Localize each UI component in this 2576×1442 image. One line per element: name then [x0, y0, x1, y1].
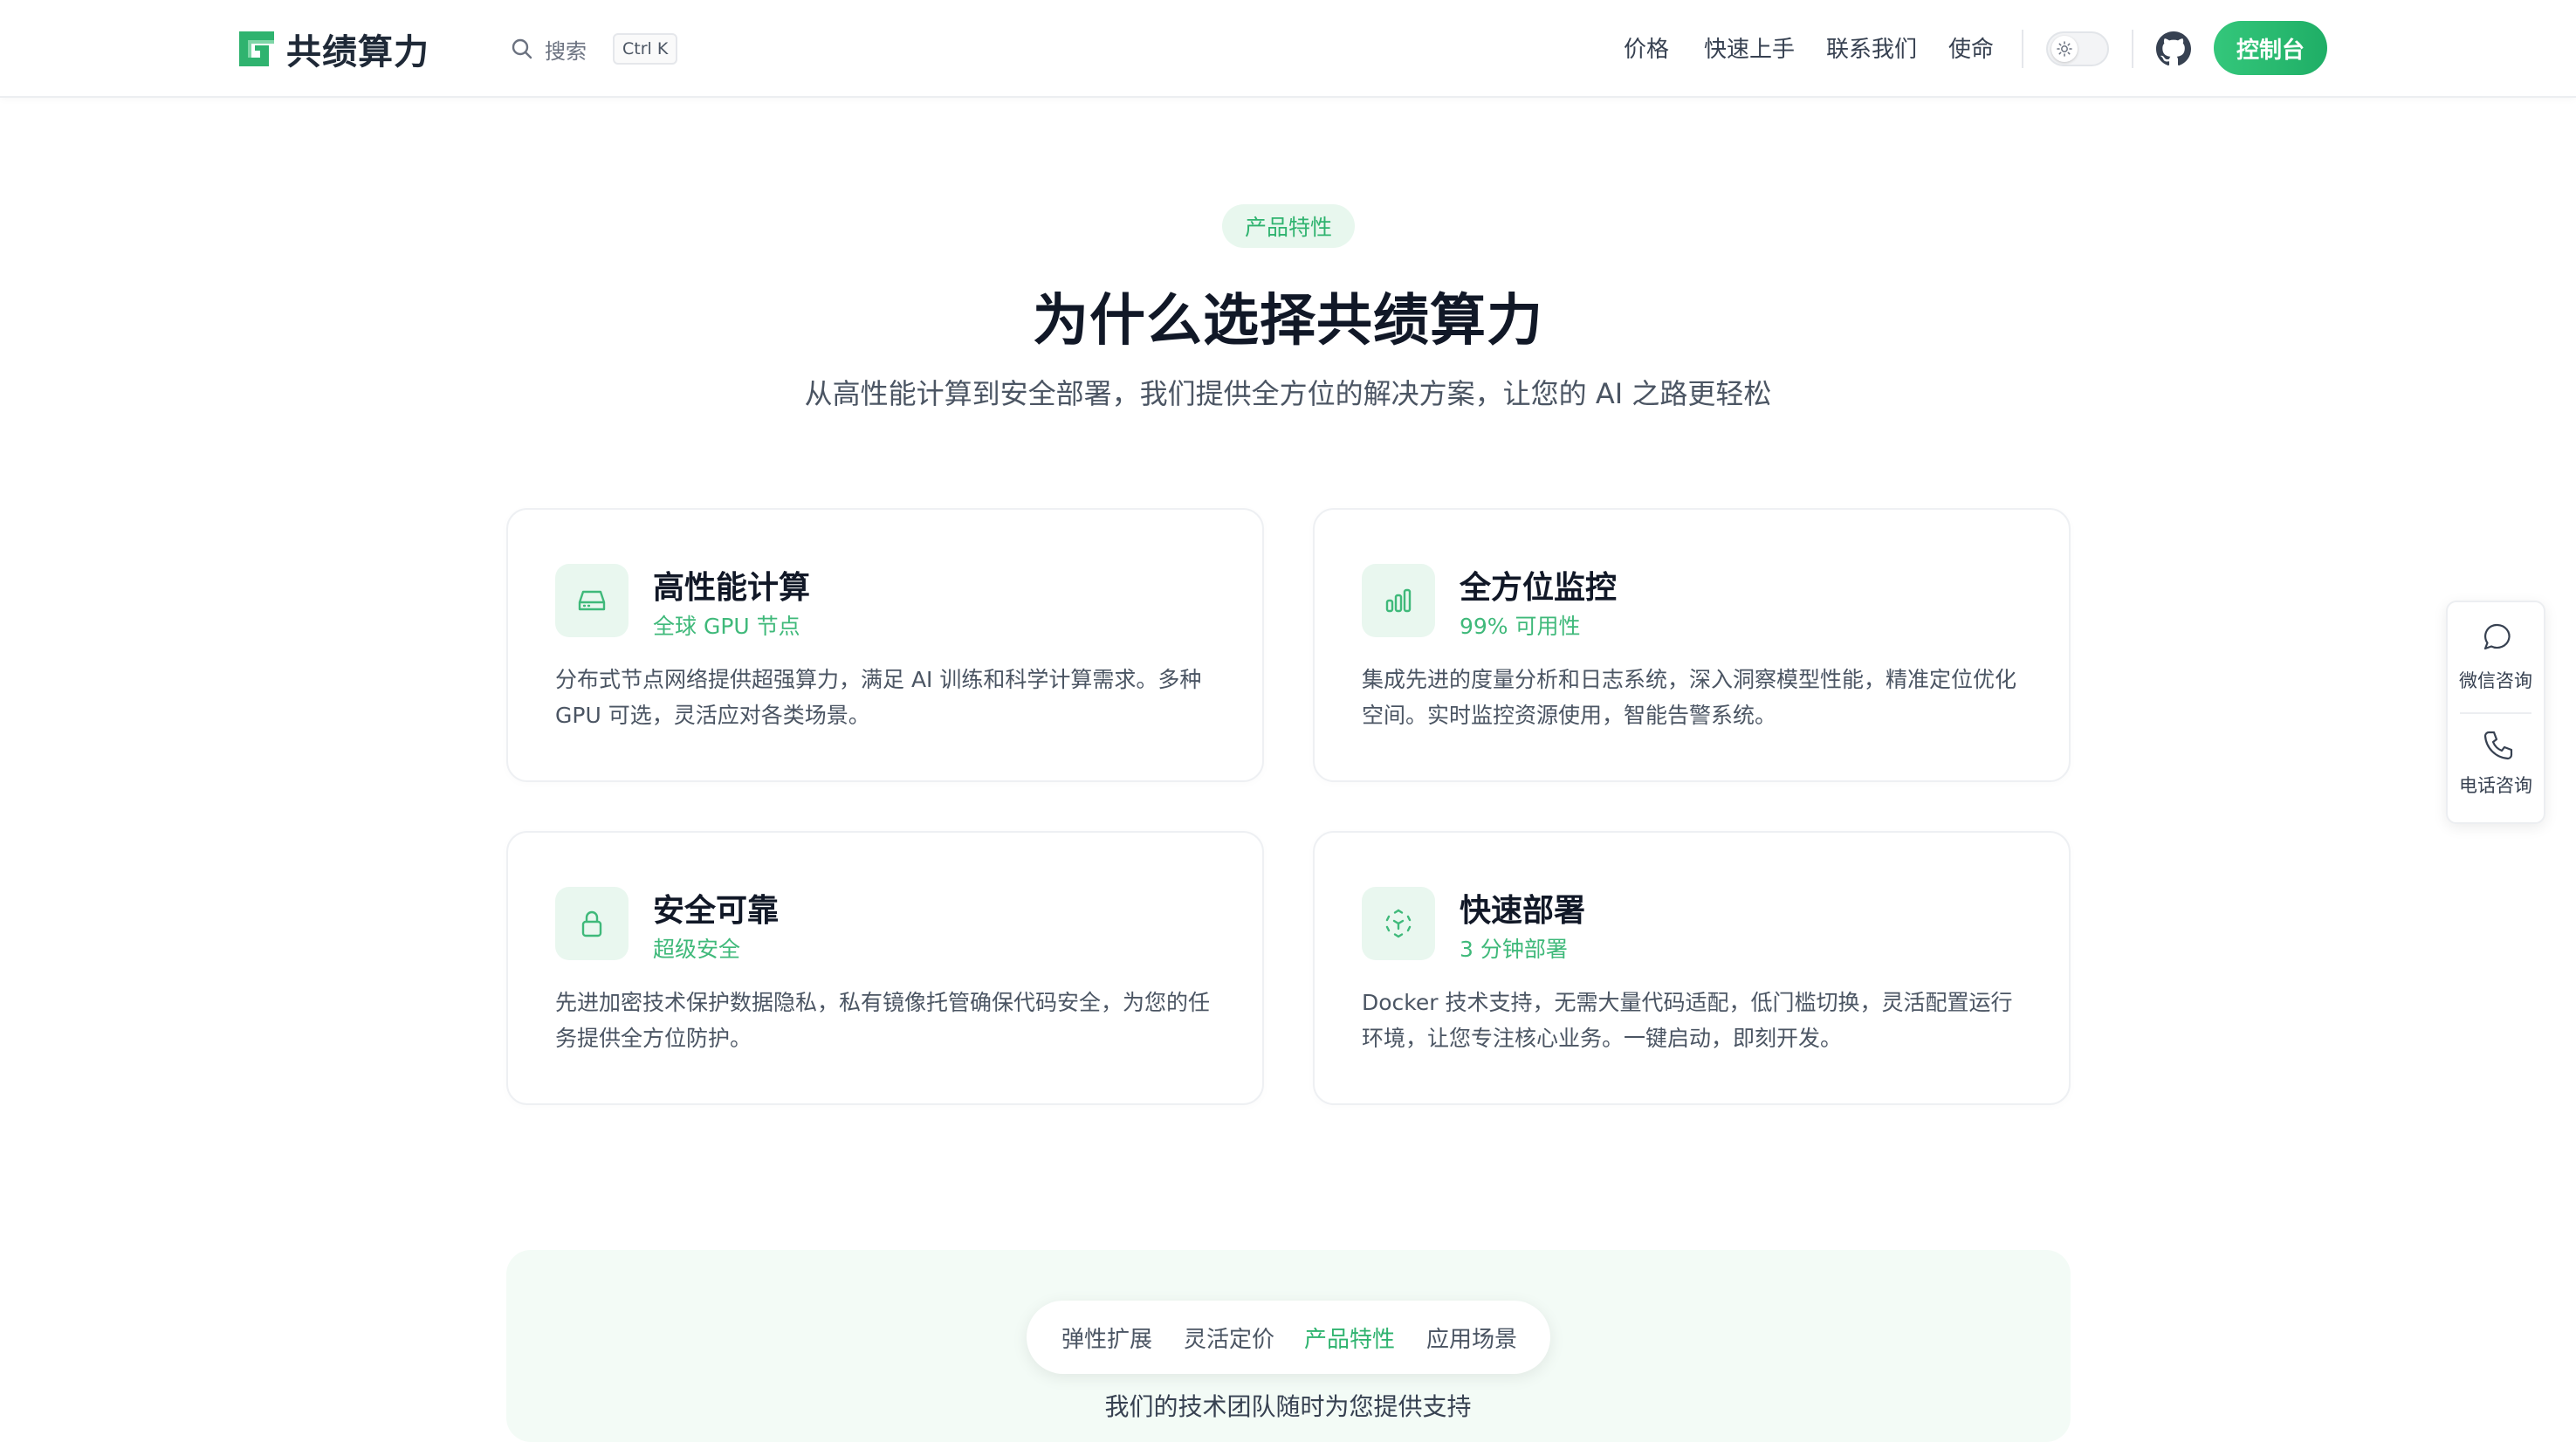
nav-item-mission[interactable]: 使命: [1948, 31, 1994, 64]
feature-subtitle: 3 分钟部署: [1460, 937, 1568, 962]
search-label: 搜索: [545, 38, 587, 64]
feature-title: 全方位监控: [1460, 570, 1618, 606]
page-subtitle: 从高性能计算到安全部署，我们提供全方位的解决方案，让您的 AI 之路更轻松: [804, 377, 1772, 410]
nav-item-pricing[interactable]: 价格: [1624, 31, 1669, 64]
feature-description: 集成先进的度量分析和日志系统，深入洞察模型性能，精准定位优化空间。实时监控资源使…: [1362, 667, 2017, 728]
server-icon: [555, 564, 629, 637]
console-button[interactable]: 控制台: [2214, 21, 2327, 75]
feature-description: 分布式节点网络提供超强算力，满足 AI 训练和科学计算需求。多种 GPU 可选，…: [555, 667, 1202, 728]
phone-consult-button[interactable]: 电话咨询: [2448, 714, 2544, 822]
tab-elastic-scaling[interactable]: 弹性扩展: [1061, 1322, 1152, 1354]
section-tabs: 弹性扩展 灵活定价 产品特性 应用场景: [1027, 1301, 1550, 1374]
feature-description: 先进加密技术保护数据隐私，私有镜像托管确保代码安全，为您的任务提供全方位防护。: [555, 990, 1211, 1051]
top-header: 共绩算力 搜索 Ctrl K 价格 快速上手 联系我们 使命 控制台: [0, 0, 2576, 98]
brand-name: 共绩算力: [286, 32, 429, 72]
feature-card-deploy[interactable]: 快速部署 3 分钟部署 Docker 技术支持，无需大量代码适配，低门槛切换，灵…: [1313, 831, 2071, 1105]
tab-use-cases[interactable]: 应用场景: [1426, 1322, 1517, 1354]
feature-card-compute[interactable]: 高性能计算 全球 GPU 节点 分布式节点网络提供超强算力，满足 AI 训练和科…: [506, 508, 1264, 782]
nav-item-quickstart[interactable]: 快速上手: [1704, 31, 1795, 64]
theme-toggle[interactable]: [2046, 31, 2109, 66]
search-shortcut-kbd: Ctrl K: [613, 33, 678, 65]
lock-icon: [555, 887, 629, 960]
search-icon: [512, 38, 532, 59]
search-trigger[interactable]: 搜索 Ctrl K: [510, 30, 678, 68]
brand-logo[interactable]: 共绩算力: [236, 24, 429, 73]
support-text: 我们的技术团队随时为您提供支持: [1104, 1392, 1472, 1421]
nav-item-contact[interactable]: 联系我们: [1826, 31, 1917, 64]
feature-subtitle: 全球 GPU 节点: [653, 614, 800, 639]
floating-contact-panel: 微信咨询 电话咨询: [2446, 601, 2545, 824]
deploy-icon: [1362, 887, 1435, 960]
tab-product-features[interactable]: 产品特性: [1304, 1322, 1395, 1354]
chat-bubble-icon: [2483, 623, 2511, 650]
phone-icon: [2483, 731, 2513, 760]
page-title: 为什么选择共绩算力: [1033, 289, 1543, 354]
header-divider: [2022, 30, 2023, 68]
section-badge: 产品特性: [1222, 204, 1355, 248]
feature-card-security[interactable]: 安全可靠 超级安全 先进加密技术保护数据隐私，私有镜像托管确保代码安全，为您的任…: [506, 831, 1264, 1105]
wechat-consult-label: 微信咨询: [2459, 670, 2532, 691]
tab-flexible-pricing[interactable]: 灵活定价: [1184, 1322, 1274, 1354]
feature-title: 快速部署: [1460, 893, 1586, 929]
theme-knob: [2051, 36, 2078, 62]
phone-consult-label: 电话咨询: [2459, 775, 2532, 796]
wechat-consult-button[interactable]: 微信咨询: [2448, 602, 2544, 711]
feature-title: 高性能计算: [653, 570, 811, 606]
feature-title: 安全可靠: [653, 893, 780, 929]
header-divider: [2132, 30, 2133, 68]
bar-chart-icon: [1362, 564, 1435, 637]
feature-subtitle: 99% 可用性: [1460, 614, 1581, 639]
github-icon[interactable]: [2156, 31, 2191, 66]
feature-description: Docker 技术支持，无需大量代码适配，低门槛切换，灵活配置运行环境，让您专注…: [1362, 990, 2013, 1051]
feature-subtitle: 超级安全: [653, 937, 741, 962]
sun-icon: [2057, 41, 2072, 57]
feature-card-monitoring[interactable]: 全方位监控 99% 可用性 集成先进的度量分析和日志系统，深入洞察模型性能，精准…: [1313, 508, 2071, 782]
logo-icon: [239, 31, 274, 66]
